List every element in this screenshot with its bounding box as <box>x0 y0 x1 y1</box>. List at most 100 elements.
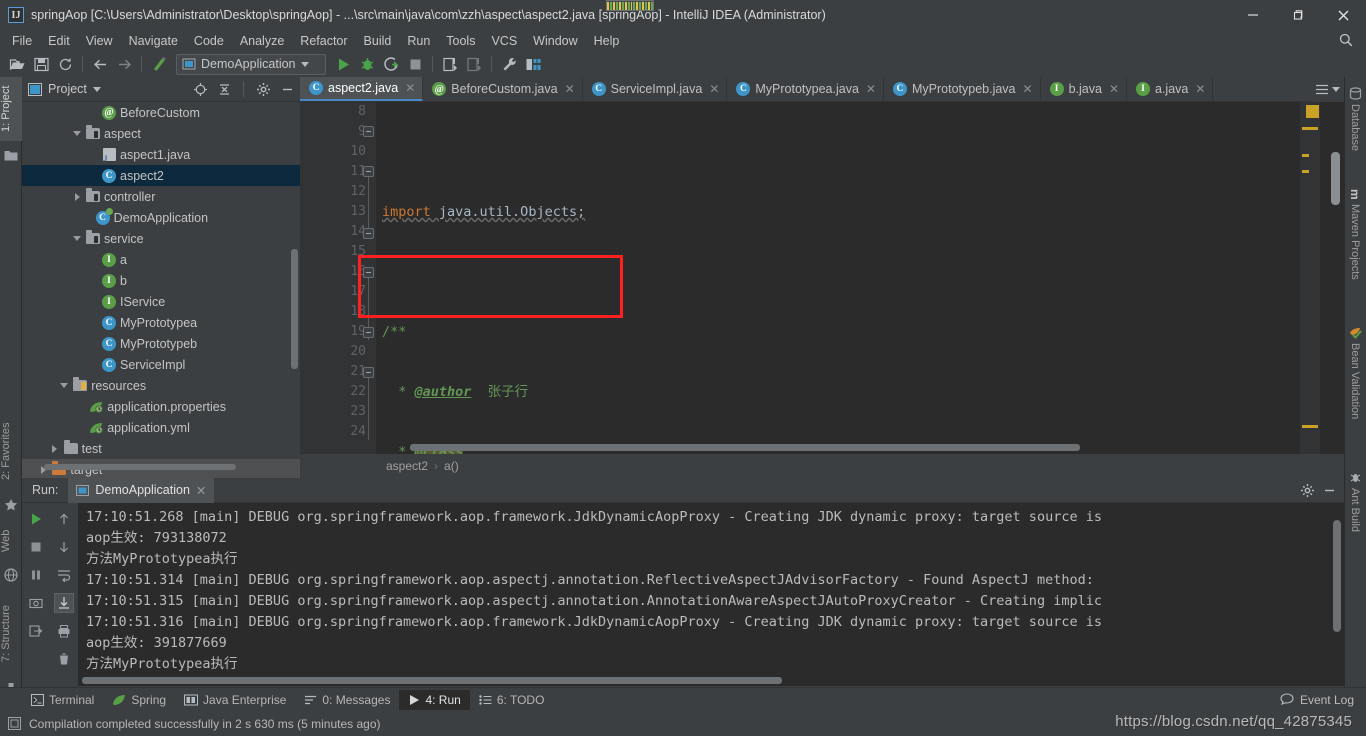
tree-collapse-arrow[interactable] <box>57 383 71 388</box>
export-icon[interactable] <box>26 621 46 641</box>
tree-item-aspect[interactable]: aspect <box>22 123 300 144</box>
console-output[interactable]: 17:10:51.268 [main] DEBUG org.springfram… <box>78 503 1344 686</box>
bottom-tab-todo[interactable]: 6: TODO <box>470 690 554 710</box>
bottom-tab-run[interactable]: 4: Run <box>399 689 470 710</box>
print-icon[interactable] <box>54 621 74 641</box>
run-with-coverage-icon[interactable] <box>380 53 402 75</box>
tree-item-aspect1-java[interactable]: aspect1.java <box>22 144 300 165</box>
search-icon[interactable] <box>1338 32 1354 48</box>
back-arrow-icon[interactable] <box>89 53 111 75</box>
breadcrumb[interactable]: aspect2 › a() <box>300 454 1344 478</box>
scroll-to-end-icon[interactable] <box>54 593 74 613</box>
breadcrumb-class[interactable]: aspect2 <box>386 459 428 473</box>
editor-marker-bar[interactable] <box>1300 102 1320 454</box>
bottom-tab-java-enterprise[interactable]: Java Enterprise <box>175 690 295 710</box>
debug-icon[interactable] <box>356 53 378 75</box>
hide-panel-icon[interactable] <box>1320 481 1338 499</box>
tree-item-serviceimpl[interactable]: C ServiceImpl <box>22 354 300 375</box>
close-icon[interactable]: ✕ <box>866 82 876 96</box>
project-structure-icon[interactable] <box>522 53 544 75</box>
tree-item-application-yml[interactable]: application.yml <box>22 417 300 438</box>
tab-chevron-down-icon[interactable] <box>1332 87 1340 92</box>
editor-tab-b-java[interactable]: Ib.java ✕ <box>1041 77 1127 101</box>
project-folder-icon[interactable] <box>3 147 19 163</box>
chevron-down-icon[interactable] <box>300 61 309 67</box>
tree-item-aspect2[interactable]: Caspect2 <box>22 165 300 186</box>
tree-expand-arrow[interactable] <box>48 444 62 453</box>
run-configuration-selector[interactable]: DemoApplication <box>176 53 326 75</box>
minimize-button[interactable] <box>1230 0 1275 30</box>
tree-item-iservice[interactable]: I IService <box>22 291 300 312</box>
tab-list-icon[interactable] <box>1315 83 1329 96</box>
editor-tab-serviceimpl-java[interactable]: C ServiceImpl.java ✕ <box>583 77 728 101</box>
close-button[interactable] <box>1320 0 1366 30</box>
stop-icon[interactable] <box>404 53 426 75</box>
sidebar-tab-structure[interactable]: 7: Structure <box>0 589 22 679</box>
tree-item-a[interactable]: Ia <box>22 249 300 270</box>
close-icon[interactable]: ✕ <box>405 81 415 95</box>
sidebar-tab-web[interactable]: Web <box>0 517 22 565</box>
fold-marker-javadoc-end[interactable] <box>363 228 374 239</box>
close-icon[interactable]: ✕ <box>196 483 206 498</box>
project-horizontal-scrollbar[interactable] <box>44 464 236 470</box>
tree-item-resources[interactable]: resources <box>22 375 300 396</box>
editor-vertical-scrollbar[interactable] <box>1331 152 1340 205</box>
menu-refactor[interactable]: Refactor <box>292 32 355 50</box>
sidebar-tab-project[interactable]: 1: Project <box>0 77 22 141</box>
menu-build[interactable]: Build <box>356 32 400 50</box>
trash-icon[interactable] <box>54 649 74 669</box>
warning-marker[interactable] <box>1302 154 1309 157</box>
tree-collapse-arrow[interactable] <box>70 236 84 241</box>
settings-gear-icon[interactable] <box>254 80 272 98</box>
tree-item-b[interactable]: Ib <box>22 270 300 291</box>
project-tree[interactable]: @ BeforeCustom aspect aspect1.java Caspect2 c… <box>22 102 300 478</box>
tree-expand-arrow[interactable] <box>70 192 84 201</box>
stop-icon[interactable] <box>26 537 46 557</box>
rerun-icon[interactable] <box>26 509 46 529</box>
tree-collapse-arrow[interactable] <box>70 131 84 136</box>
event-log-label[interactable]: Event Log <box>1300 693 1354 707</box>
tree-item-application-properties[interactable]: application.properties <box>22 396 300 417</box>
close-icon[interactable]: ✕ <box>1109 82 1119 96</box>
project-chevron-down-icon[interactable] <box>92 86 101 92</box>
code-editor[interactable]: 89101112131415161718192021222324 import … <box>300 102 1344 454</box>
menu-edit[interactable]: Edit <box>40 32 78 50</box>
tree-item-demoapplication[interactable]: C DemoApplication <box>22 207 300 228</box>
tree-item-myprototypea[interactable]: C MyPrototypea <box>22 312 300 333</box>
console-vertical-scrollbar[interactable] <box>1333 520 1341 632</box>
event-log-area[interactable]: Event Log <box>1280 693 1366 707</box>
fold-marker-component[interactable] <box>363 327 374 338</box>
bottom-tab-spring[interactable]: Spring <box>103 690 175 710</box>
pause-icon[interactable] <box>26 565 46 585</box>
warning-marker[interactable] <box>1302 170 1309 173</box>
editor-horizontal-scrollbar[interactable] <box>410 444 1080 451</box>
up-arrow-icon[interactable] <box>54 509 74 529</box>
save-all-icon[interactable] <box>30 53 52 75</box>
close-icon[interactable]: ✕ <box>565 82 575 96</box>
menu-analyze[interactable]: Analyze <box>232 32 292 50</box>
menu-run[interactable]: Run <box>399 32 438 50</box>
tree-item-test[interactable]: test <box>22 438 300 459</box>
close-icon[interactable]: ✕ <box>709 82 719 96</box>
hide-panel-icon[interactable] <box>278 80 296 98</box>
maximize-button[interactable] <box>1275 0 1320 30</box>
run-icon[interactable] <box>332 53 354 75</box>
menu-view[interactable]: View <box>78 32 121 50</box>
editor-tab-aspect2-java[interactable]: Caspect2.java ✕ <box>300 77 424 101</box>
editor-tab-myprototypea-java[interactable]: C MyPrototypea.java ✕ <box>727 77 884 101</box>
sidebar-tab-database[interactable]: Database <box>1344 83 1366 169</box>
close-icon[interactable]: ✕ <box>1195 82 1205 96</box>
run-tab-demoapplication[interactable]: DemoApplication ✕ <box>68 477 215 503</box>
globe-icon[interactable] <box>3 567 19 583</box>
menu-code[interactable]: Code <box>186 32 232 50</box>
warning-marker[interactable] <box>1302 127 1318 130</box>
star-icon[interactable] <box>3 497 19 513</box>
settings-wrench-icon[interactable] <box>498 53 520 75</box>
soft-wrap-icon[interactable] <box>54 565 74 585</box>
project-vertical-scrollbar[interactable] <box>291 249 298 369</box>
sidebar-tab-bean-validation[interactable]: Bean Validation <box>1344 322 1366 452</box>
update-icon[interactable] <box>463 53 485 75</box>
warning-marker[interactable] <box>1302 425 1318 428</box>
warning-summary-marker[interactable] <box>1306 105 1319 118</box>
bottom-tab-terminal[interactable]: Terminal <box>22 690 103 710</box>
